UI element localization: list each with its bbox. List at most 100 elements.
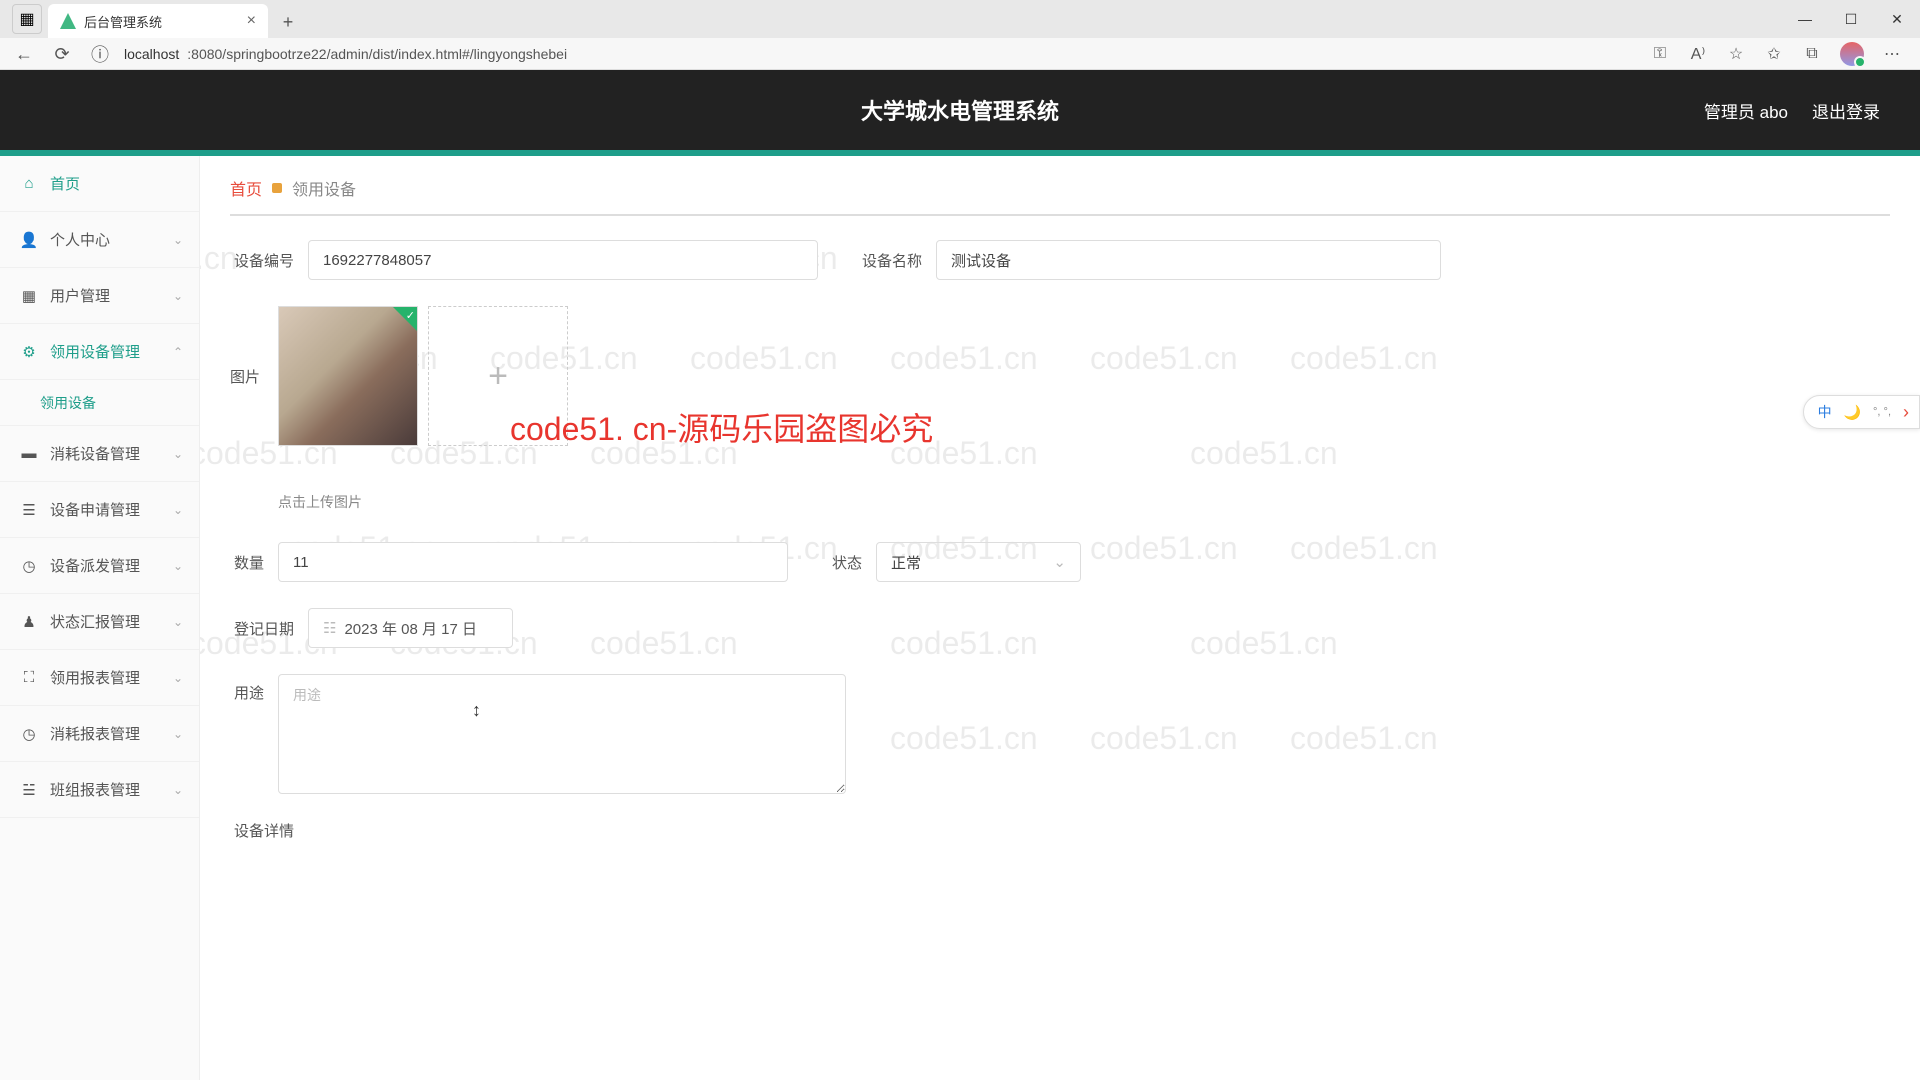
image-label: 图片 <box>230 306 264 387</box>
content-area: 首页 领用设备 设备编号 设备名称 图片 + 点击上传图片 <box>200 156 1920 1080</box>
url-field[interactable]: localhost:8080/springbootrze22/admin/dis… <box>124 46 1640 62</box>
status-select[interactable]: 正常 ⌄ <box>876 542 1081 582</box>
profile-avatar-icon[interactable] <box>1840 42 1864 66</box>
chevron-down-icon: ⌄ <box>173 233 183 247</box>
collections-icon[interactable]: ⧉ <box>1802 44 1822 64</box>
user-label[interactable]: 管理员 abo <box>1704 98 1788 123</box>
more-menu-icon[interactable]: ⋯ <box>1882 44 1902 64</box>
user2-icon: ♟ <box>20 613 38 631</box>
date-input[interactable]: ☷ 2023 年 08 月 17 日 <box>308 608 513 648</box>
date-label: 登记日期 <box>230 618 294 639</box>
chevron-down-icon: ⌄ <box>173 727 183 741</box>
browser-tab[interactable]: 后台管理系统 × <box>48 4 268 38</box>
maximize-button[interactable]: ☐ <box>1828 0 1874 38</box>
new-tab-button[interactable]: + <box>272 6 304 38</box>
sidebar-item-label: 状态汇报管理 <box>50 611 140 632</box>
favorites-bar-icon[interactable]: ✩ <box>1764 44 1784 64</box>
purpose-label: 用途 <box>230 674 264 703</box>
chevron-up-icon: ⌃ <box>173 345 183 359</box>
tab-overview-button[interactable]: ▦ <box>12 4 42 34</box>
device-name-input[interactable] <box>936 240 1441 280</box>
chevron-down-icon: ⌄ <box>173 615 183 629</box>
chevron-down-icon: ⌄ <box>173 783 183 797</box>
minimize-button[interactable]: — <box>1782 0 1828 38</box>
arrow-right-icon[interactable]: › <box>1903 402 1909 423</box>
back-button[interactable]: ← <box>10 40 38 68</box>
breadcrumb-home[interactable]: 首页 <box>230 176 262 200</box>
sidebar-item-consume[interactable]: ▬ 消耗设备管理 ⌄ <box>0 426 199 482</box>
upload-hint: 点击上传图片 <box>278 492 568 512</box>
sidebar-item-users[interactable]: ▦ 用户管理 ⌄ <box>0 268 199 324</box>
clock2-icon: ◷ <box>20 725 38 743</box>
date-value: 2023 年 08 月 17 日 <box>344 618 477 639</box>
refresh-button[interactable]: ⟳ <box>48 40 76 68</box>
sidebar-item-label: 领用设备 <box>40 393 96 413</box>
user-icon: 👤 <box>20 231 38 249</box>
vue-favicon-icon <box>60 13 76 29</box>
ime-lang[interactable]: 中 <box>1818 402 1832 422</box>
sidebar-item-label: 班组报表管理 <box>50 779 140 800</box>
sidebar-item-report3[interactable]: ☱ 班组报表管理 ⌄ <box>0 762 199 818</box>
site-info-icon[interactable]: ⓘ <box>86 40 114 68</box>
ime-widget[interactable]: 中 🌙 °, °, › <box>1803 395 1920 429</box>
device-name-label: 设备名称 <box>858 250 922 271</box>
watermark-notice: code51. cn-源码乐园盗图必究 <box>510 404 933 450</box>
sidebar-item-label: 首页 <box>50 173 80 194</box>
chevron-down-icon: ⌄ <box>173 559 183 573</box>
sidebar-item-status[interactable]: ♟ 状态汇报管理 ⌄ <box>0 594 199 650</box>
chevron-down-icon: ⌄ <box>173 447 183 461</box>
app-header: 大学城水电管理系统 管理员 abo 退出登录 <box>0 70 1920 150</box>
breadcrumb-current: 领用设备 <box>292 176 356 200</box>
ime-punct-icon[interactable]: °, °, <box>1873 406 1891 418</box>
tab-title: 后台管理系统 <box>84 12 239 31</box>
detail-label: 设备详情 <box>230 820 294 841</box>
sidebar-item-report1[interactable]: ⛶ 领用报表管理 ⌄ <box>0 650 199 706</box>
grid-icon: ▦ <box>20 287 38 305</box>
sidebar-item-profile[interactable]: 👤 个人中心 ⌄ <box>0 212 199 268</box>
sidebar-item-equipment[interactable]: ⚙ 领用设备管理 ⌃ <box>0 324 199 380</box>
header-right: 管理员 abo 退出登录 <box>1704 98 1880 123</box>
close-window-button[interactable]: ✕ <box>1874 0 1920 38</box>
breadcrumb-separator-icon <box>272 183 282 193</box>
browser-chrome: ▦ 后台管理系统 × + — ☐ ✕ ← ⟳ ⓘ localhost:8080/… <box>0 0 1920 70</box>
device-id-label: 设备编号 <box>230 250 294 271</box>
resize-cursor-icon: ↕ <box>472 700 481 721</box>
moon-icon[interactable]: 🌙 <box>1844 404 1861 421</box>
address-bar: ← ⟳ ⓘ localhost:8080/springbootrze22/adm… <box>0 38 1920 70</box>
sidebar-item-apply[interactable]: ☰ 设备申请管理 ⌄ <box>0 482 199 538</box>
gear-icon: ⚙ <box>20 343 38 361</box>
read-aloud-icon[interactable]: A⁾ <box>1688 44 1708 64</box>
chevron-down-icon: ⌄ <box>173 289 183 303</box>
uploaded-image-thumb[interactable] <box>278 306 418 446</box>
tab-close-button[interactable]: × <box>247 12 256 30</box>
main-layout: ⌂ 首页 👤 个人中心 ⌄ ▦ 用户管理 ⌄ ⚙ 领用设备管理 ⌃ 领用设备 ▬… <box>0 156 1920 1080</box>
window-controls: — ☐ ✕ <box>1782 0 1920 38</box>
sidebar-item-label: 领用设备管理 <box>50 341 140 362</box>
favorite-icon[interactable]: ☆ <box>1726 44 1746 64</box>
app-title: 大学城水电管理系统 <box>861 94 1059 126</box>
sidebar-item-label: 领用报表管理 <box>50 667 140 688</box>
key-icon[interactable]: ⚿ <box>1650 44 1670 64</box>
sidebar-item-home[interactable]: ⌂ 首页 <box>0 156 199 212</box>
qty-input[interactable] <box>278 542 788 582</box>
sidebar-item-report2[interactable]: ◷ 消耗报表管理 ⌄ <box>0 706 199 762</box>
status-label: 状态 <box>828 552 862 573</box>
device-id-input[interactable] <box>308 240 818 280</box>
status-value: 正常 <box>891 552 921 573</box>
clock-icon: ◷ <box>20 557 38 575</box>
chevron-down-icon: ⌄ <box>173 671 183 685</box>
sidebar-item-label: 设备申请管理 <box>50 499 140 520</box>
purpose-textarea[interactable] <box>278 674 846 794</box>
sidebar-item-label: 消耗设备管理 <box>50 443 140 464</box>
check-corner-icon <box>393 307 417 331</box>
chevron-down-icon: ⌄ <box>1053 553 1066 571</box>
sidebar-item-dispatch[interactable]: ◷ 设备派发管理 ⌄ <box>0 538 199 594</box>
sidebar-subitem-equipment[interactable]: 领用设备 <box>0 380 199 426</box>
scan-icon: ⛶ <box>20 669 38 687</box>
logout-button[interactable]: 退出登录 <box>1812 98 1880 123</box>
chevron-down-icon: ⌄ <box>173 503 183 517</box>
sidebar-item-label: 设备派发管理 <box>50 555 140 576</box>
home-icon: ⌂ <box>20 175 38 193</box>
url-host: localhost <box>124 46 179 62</box>
sidebar-item-label: 个人中心 <box>50 229 110 250</box>
